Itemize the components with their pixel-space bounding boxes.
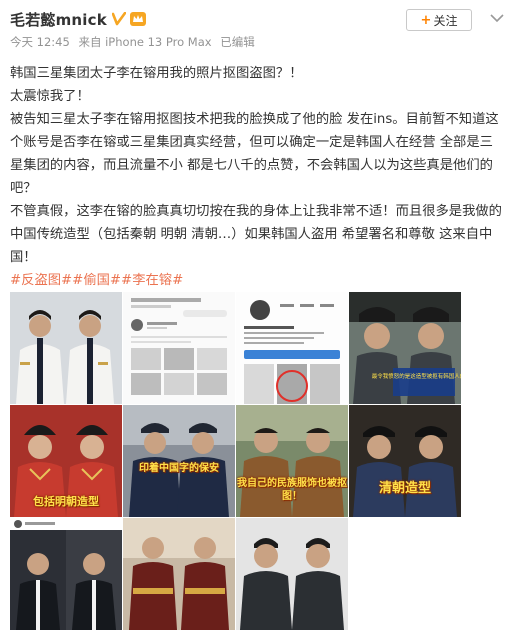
- post-line: 不管真假，这李在镕的脸真真切切按在我的身体上让我非常不适！而且很多是我做的中国传…: [10, 204, 502, 265]
- username[interactable]: 毛若懿mnick: [10, 9, 107, 30]
- chevron-down-icon[interactable]: [490, 13, 504, 23]
- post-line: 被告知三星太子李在镕用抠图技术把我的脸换成了他的脸 发在ins。目前暂不知道这个…: [10, 112, 499, 196]
- photo-4-caption: 最令我愤怒的是这造型被抠有韩国人的土衣: [372, 372, 461, 380]
- photo-8[interactable]: 清朝造型: [349, 405, 461, 517]
- photo-6[interactable]: 印着中国字的保安: [123, 405, 235, 517]
- plus-icon: +: [420, 12, 432, 28]
- follow-button[interactable]: + 关注: [406, 9, 472, 31]
- post-time: 今天 12:45: [10, 35, 70, 49]
- post-line: 韩国三星集团太子李在镕用我的照片抠图盗图？！: [10, 66, 303, 81]
- photo-11[interactable]: [236, 518, 348, 630]
- photo-9[interactable]: [10, 518, 122, 630]
- photo-10[interactable]: [123, 518, 235, 630]
- member-level-icon[interactable]: [129, 12, 146, 26]
- hashtags-link[interactable]: #反盗图##偷国##李在镕#: [10, 269, 506, 292]
- photo-1[interactable]: [10, 292, 122, 404]
- post-meta: 今天 12:45 来自 iPhone 13 Pro Max 已编辑: [10, 34, 506, 50]
- photo-7-caption: 我自己的民族服饰也被抠图！: [237, 478, 347, 502]
- photo-8-caption: 清朝造型: [378, 481, 431, 496]
- post-source[interactable]: 来自 iPhone 13 Pro Max: [78, 35, 211, 49]
- post-body: 韩国三星集团太子李在镕用我的照片抠图盗图？！ 太震惊我了！ 被告知三星太子李在镕…: [10, 62, 506, 292]
- post-line: 太震惊我了！: [10, 89, 90, 104]
- photo-4[interactable]: 最令我愤怒的是这造型被抠有韩国人的土衣: [349, 292, 461, 404]
- verified-badge-icon: [112, 12, 127, 27]
- photo-3[interactable]: [236, 292, 348, 404]
- photo-6-caption: 印着中国字的保安: [139, 463, 219, 474]
- photo-2[interactable]: [123, 292, 235, 404]
- follow-label: 关注: [433, 13, 458, 28]
- photo-7[interactable]: 我自己的民族服饰也被抠图！: [236, 405, 348, 517]
- photo-5[interactable]: 包括明朝造型: [10, 405, 122, 517]
- photo-5-caption: 包括明朝造型: [33, 495, 99, 508]
- edited-label[interactable]: 已编辑: [220, 35, 255, 49]
- post-header: 毛若懿mnick 今天 12:45 来自 iPhone 13 Pro Max 已…: [10, 8, 506, 58]
